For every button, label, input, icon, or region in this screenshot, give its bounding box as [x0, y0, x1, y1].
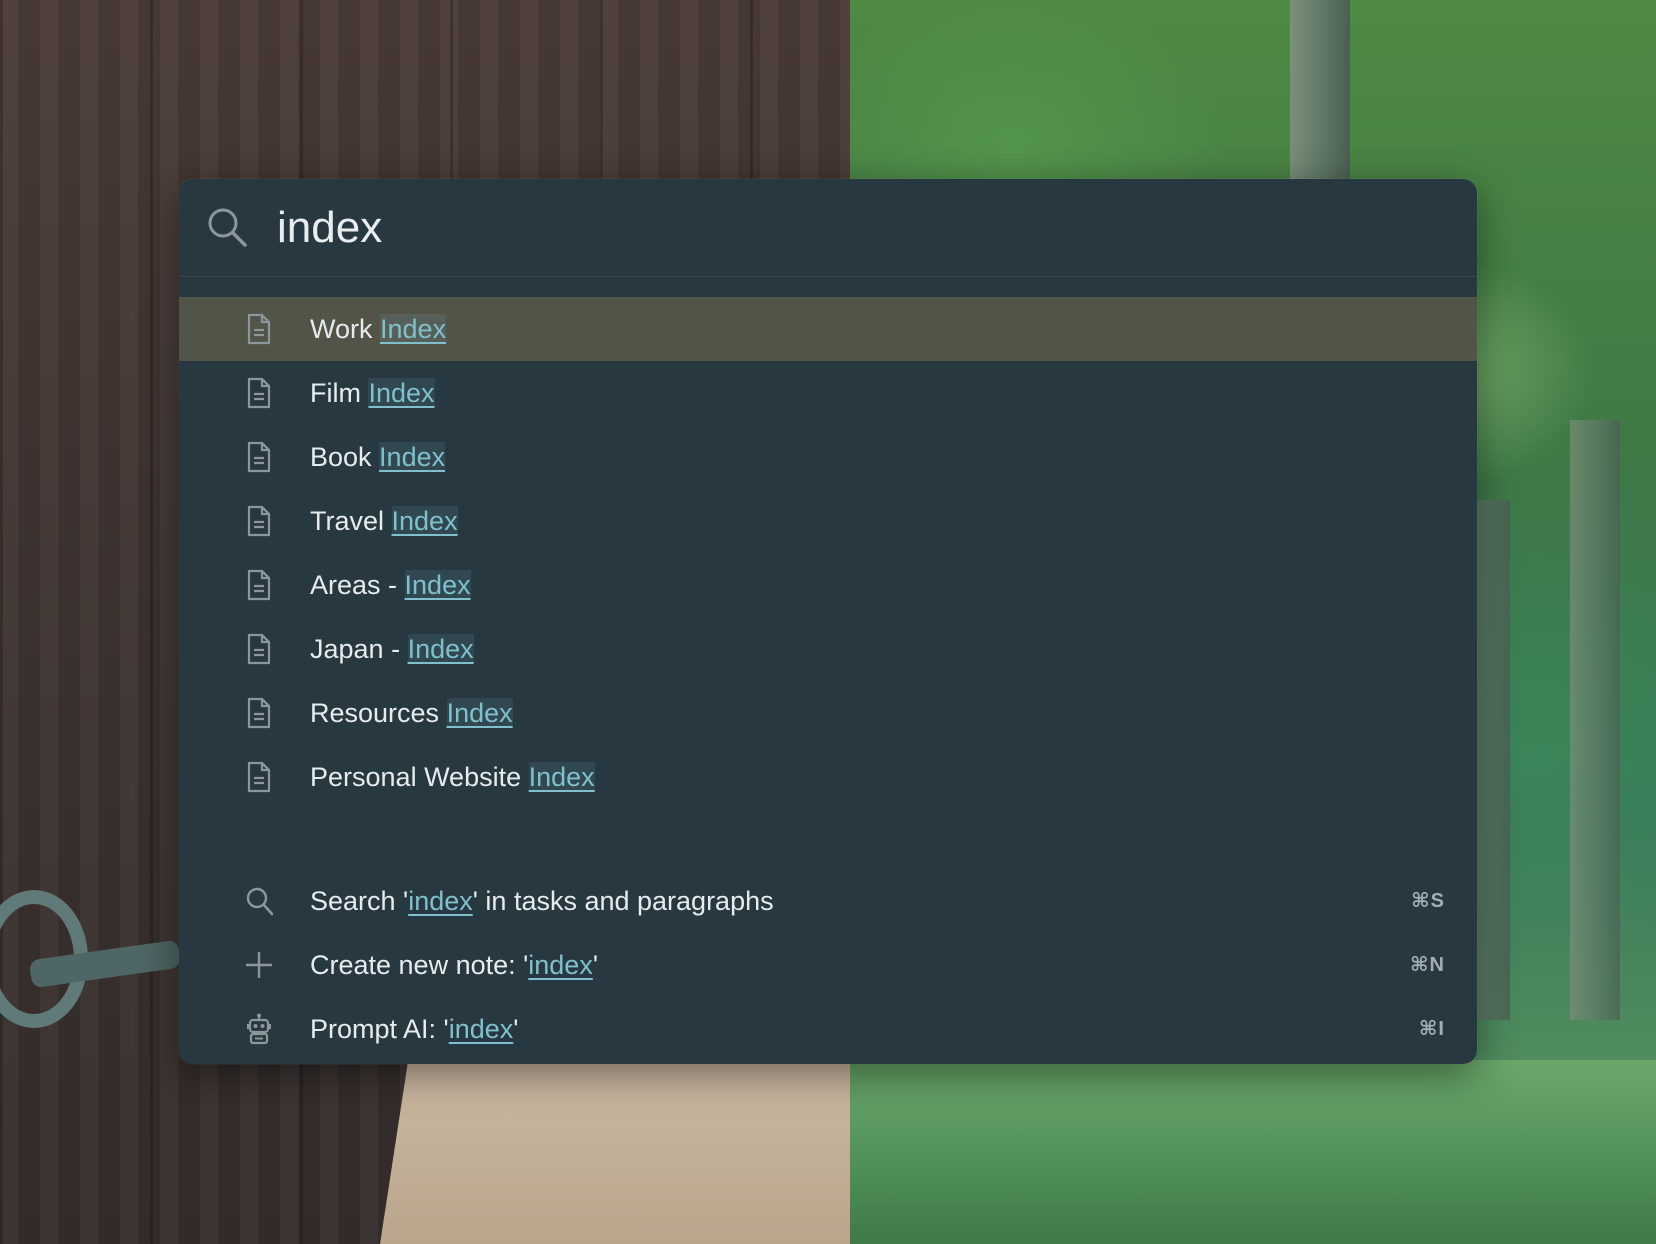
search-icon	[246, 887, 273, 916]
result-label: Resources Index	[310, 698, 513, 728]
match-highlight: Index	[391, 506, 458, 536]
document-icon	[247, 569, 271, 601]
result-item[interactable]: Personal Website Index	[179, 745, 1477, 809]
document-icon	[247, 313, 271, 345]
match-highlight: Index	[379, 442, 446, 472]
match-highlight: Index	[380, 314, 447, 344]
search-input[interactable]	[275, 195, 1429, 261]
search-icon	[208, 208, 247, 247]
actions-list: Search 'index' in tasks and paragraphs ⌘S…	[179, 869, 1477, 1061]
results-list: Work Index Film Index Book Index Travel …	[179, 297, 1477, 809]
action-label: Prompt AI: 'index'	[310, 1014, 519, 1044]
command-palette: Work Index Film Index Book Index Travel …	[179, 179, 1477, 1064]
prompt-ai-action[interactable]: Prompt AI: 'index' ⌘I	[179, 997, 1477, 1061]
result-label: Personal Website Index	[310, 762, 595, 792]
match-highlight: Index	[407, 634, 474, 664]
result-item[interactable]: Japan - Index	[179, 617, 1477, 681]
keyboard-shortcut: ⌘I	[1418, 1018, 1445, 1040]
match-highlight: Index	[446, 698, 513, 728]
document-icon	[247, 505, 271, 537]
match-highlight: Index	[368, 378, 435, 408]
query-term: index	[448, 1014, 514, 1044]
result-item[interactable]: Travel Index	[179, 489, 1477, 553]
search-tasks-action[interactable]: Search 'index' in tasks and paragraphs ⌘S	[179, 869, 1477, 933]
result-label: Areas - Index	[310, 570, 471, 600]
result-item[interactable]: Film Index	[179, 361, 1477, 425]
document-icon	[247, 761, 271, 793]
result-item[interactable]: Areas - Index	[179, 553, 1477, 617]
match-highlight: Index	[404, 570, 471, 600]
keyboard-shortcut: ⌘N	[1410, 954, 1445, 976]
grass-ground	[820, 1060, 1656, 1244]
document-icon	[247, 377, 271, 409]
result-item[interactable]: Resources Index	[179, 681, 1477, 745]
document-icon	[247, 633, 271, 665]
search-bar	[179, 179, 1477, 277]
plus-icon	[246, 952, 272, 978]
action-label: Create new note: 'index'	[310, 950, 598, 980]
document-icon	[247, 697, 271, 729]
result-label: Travel Index	[310, 506, 458, 536]
result-label: Japan - Index	[310, 634, 474, 664]
robot-icon	[247, 1013, 271, 1045]
action-label: Search 'index' in tasks and paragraphs	[310, 886, 774, 916]
keyboard-shortcut: ⌘S	[1411, 890, 1445, 912]
document-icon	[247, 441, 271, 473]
result-item[interactable]: Work Index	[179, 297, 1477, 361]
query-term: index	[408, 886, 473, 916]
match-highlight: Index	[528, 762, 595, 792]
result-label: Work Index	[310, 314, 447, 344]
result-label: Book Index	[310, 442, 446, 472]
result-item[interactable]: Book Index	[179, 425, 1477, 489]
query-term: index	[528, 950, 593, 980]
result-label: Film Index	[310, 378, 435, 408]
light-wood-plank	[380, 1060, 850, 1244]
create-note-action[interactable]: Create new note: 'index' ⌘N	[179, 933, 1477, 997]
